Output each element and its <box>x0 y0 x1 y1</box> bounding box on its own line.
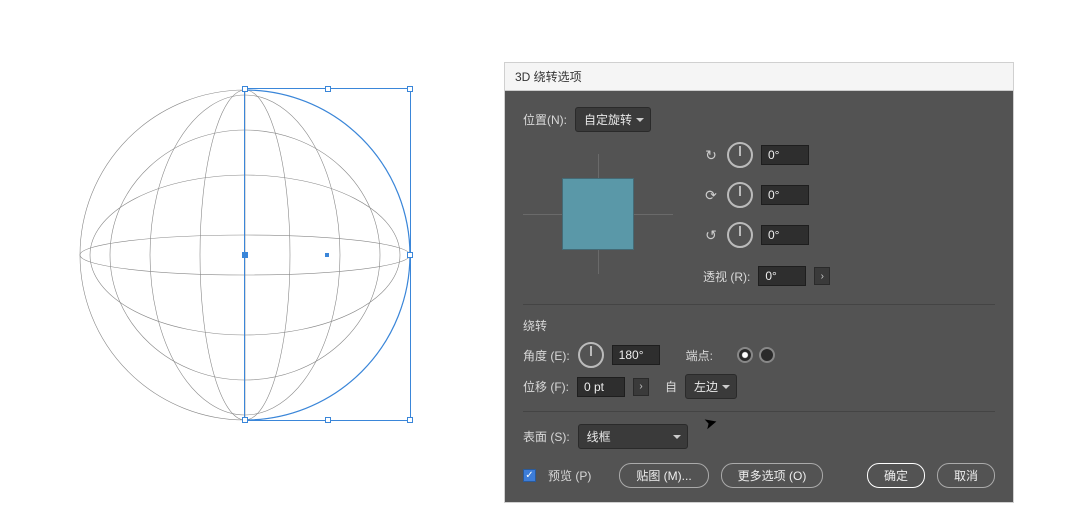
more-options-button[interactable]: 更多选项 (O) <box>721 463 824 488</box>
perspective-step-button[interactable]: › <box>814 267 830 285</box>
cancel-button[interactable]: 取消 <box>937 463 995 488</box>
position-value: 自定旋转 <box>584 111 632 128</box>
rotate-y-icon: ⟳ <box>703 188 719 202</box>
offset-from-label: 自 <box>665 378 677 395</box>
rotate-x-icon: ↻ <box>703 148 719 162</box>
map-art-button[interactable]: 贴图 (M)... <box>619 463 708 488</box>
perspective-label: 透视 (R): <box>703 268 750 285</box>
endpoint-option-b[interactable] <box>759 347 775 363</box>
surface-value: 线框 <box>587 428 611 445</box>
position-select[interactable]: 自定旋转 <box>575 107 651 132</box>
rotate-x-input[interactable]: 0° <box>761 145 809 165</box>
rotate-x-dial[interactable] <box>727 142 753 168</box>
offset-from-value: 左边 <box>694 378 718 395</box>
offset-from-select[interactable]: 左边 <box>685 374 737 399</box>
separator <box>523 411 995 412</box>
surface-select[interactable]: 线框 <box>578 424 688 449</box>
rotate-z-icon: ↺ <box>703 228 719 242</box>
cube-front-face <box>562 178 634 250</box>
angle-label: 角度 (E): <box>523 347 570 364</box>
wireframe-sphere <box>70 60 450 440</box>
offset-input[interactable]: 0 pt <box>577 377 625 397</box>
angle-input[interactable]: 180° <box>612 345 660 365</box>
ok-button[interactable]: 确定 <box>867 463 925 488</box>
endpoint-option-a[interactable] <box>737 347 753 363</box>
rotate-z-dial[interactable] <box>727 222 753 248</box>
separator <box>523 304 995 305</box>
offset-label: 位移 (F): <box>523 378 569 395</box>
dialog-title: 3D 绕转选项 <box>505 63 1013 91</box>
endpoint-label: 端点: <box>686 347 713 364</box>
dialog-3d-revolve-options: 3D 绕转选项 位置(N): 自定旋转 ↻ 0° ⟳ 0° <box>504 62 1014 503</box>
preview-checkbox[interactable]: ✓ <box>523 469 536 482</box>
rotate-z-input[interactable]: 0° <box>761 225 809 245</box>
rotation-cube-preview[interactable] <box>523 154 673 274</box>
perspective-input[interactable]: 0° <box>758 266 806 286</box>
position-label: 位置(N): <box>523 111 567 128</box>
angle-dial[interactable] <box>578 342 604 368</box>
offset-step-button[interactable]: › <box>633 378 649 396</box>
revolve-section-title: 绕转 <box>523 317 995 334</box>
surface-label: 表面 (S): <box>523 428 570 445</box>
rotate-y-input[interactable]: 0° <box>761 185 809 205</box>
preview-label[interactable]: 预览 (P) <box>548 467 591 484</box>
rotate-y-dial[interactable] <box>727 182 753 208</box>
canvas-artwork <box>70 60 450 440</box>
